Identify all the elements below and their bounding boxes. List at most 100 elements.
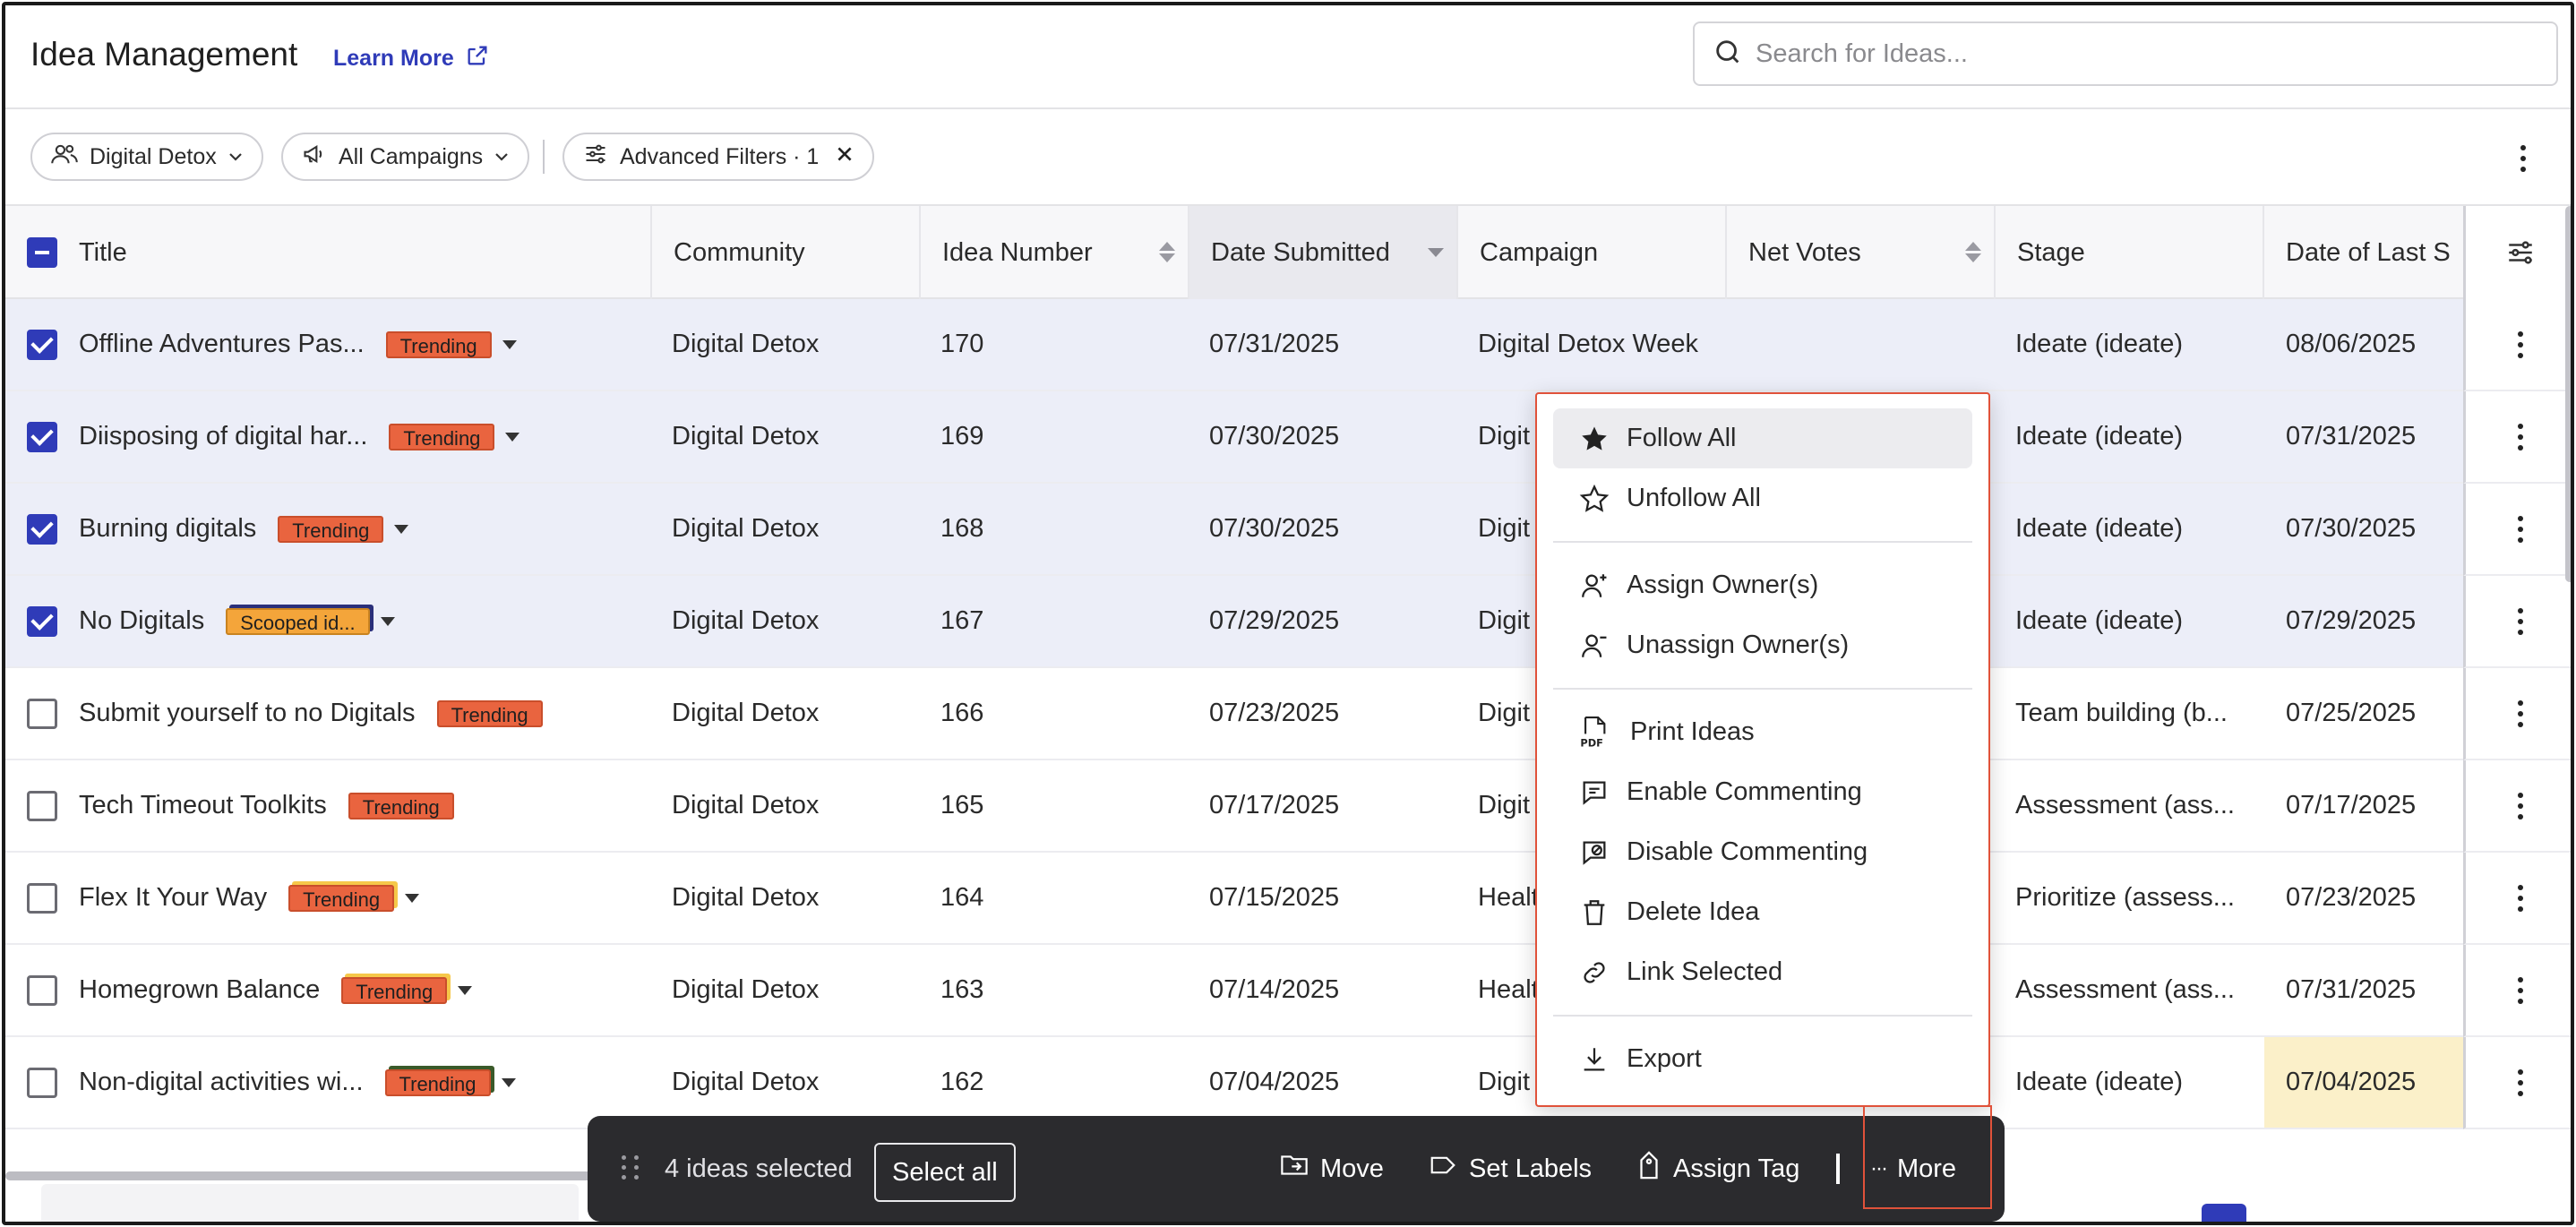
column-header-stage[interactable]: Stage [1996, 206, 2264, 299]
follow-all-menu-item[interactable]: Follow All [1553, 408, 1972, 468]
star-filled-icon [1578, 423, 1610, 455]
link-selected-menu-item[interactable]: Link Selected [1553, 942, 1972, 1002]
column-header-date-last[interactable]: Date of Last S [2264, 206, 2463, 299]
column-settings-icon[interactable] [2463, 206, 2571, 299]
horizontal-scrollbar[interactable] [5, 1171, 597, 1180]
community-cell: Digital Detox [672, 330, 820, 358]
badge-dropdown-icon[interactable] [505, 432, 520, 442]
row-checkbox[interactable] [27, 421, 57, 452]
idea-title[interactable]: Tech Timeout Toolkits [79, 791, 327, 820]
table-row[interactable]: Submit yourself to no Digitals Trending … [5, 668, 2463, 760]
more-button[interactable]: ··· More [1870, 1116, 1956, 1222]
column-header-idea-number[interactable]: Idea Number [921, 206, 1189, 299]
sort-icon[interactable] [1965, 242, 1981, 262]
badge-dropdown-icon[interactable] [458, 985, 473, 995]
print-ideas-menu-item[interactable]: PDF Print Ideas [1553, 702, 1972, 762]
community-filter-chip[interactable]: Digital Detox [30, 133, 263, 181]
table-row[interactable]: Flex It Your Way Trending Digital Detox … [5, 853, 2463, 945]
set-labels-button[interactable]: Set Labels [1428, 1116, 1592, 1222]
enable-commenting-menu-item[interactable]: Enable Commenting [1553, 762, 1972, 822]
row-checkbox[interactable] [27, 698, 57, 729]
idea-title[interactable]: Non-digital activities wi... [79, 1068, 364, 1097]
page-options-kebab-icon[interactable] [2510, 136, 2537, 181]
table-row[interactable]: Homegrown Balance Trending Digital Detox… [5, 945, 2463, 1037]
column-header-net-votes[interactable]: Net Votes [1727, 206, 1996, 299]
column-campaign-label: Campaign [1480, 237, 1599, 267]
badge-dropdown-icon[interactable] [394, 524, 409, 534]
row-options-kebab-icon[interactable] [2463, 391, 2571, 484]
row-options-kebab-icon[interactable] [2463, 853, 2571, 945]
column-header-title[interactable]: Title [5, 206, 652, 299]
row-checkbox[interactable] [27, 974, 57, 1006]
sort-desc-icon[interactable] [1428, 248, 1444, 257]
unassign-owners-menu-item[interactable]: Unassign Owner(s) [1553, 615, 1972, 675]
vertical-scrollbar[interactable] [2565, 206, 2571, 582]
unfollow-all-label: Unfollow All [1627, 484, 1761, 512]
advanced-filters-label: Advanced Filters · 1 [620, 143, 820, 169]
row-options-kebab-icon[interactable] [2463, 760, 2571, 853]
idea-title[interactable]: Burning digitals [79, 514, 256, 544]
table-row[interactable]: Tech Timeout Toolkits Trending Digital D… [5, 760, 2463, 853]
badge-dropdown-icon[interactable] [501, 1077, 516, 1087]
column-header-community[interactable]: Community [652, 206, 921, 299]
table-row[interactable]: No Digitals Scooped id... Digital Detox … [5, 576, 2463, 668]
assign-owners-menu-item[interactable]: Assign Owner(s) [1553, 555, 1972, 615]
ideas-table: Title Community Idea Number Date Submitt… [5, 206, 2571, 1222]
column-title-label: Title [79, 237, 127, 267]
row-options-kebab-icon[interactable] [2463, 945, 2571, 1037]
advanced-filters-chip[interactable]: Advanced Filters · 1 [562, 133, 875, 181]
column-header-date-submitted[interactable]: Date Submitted [1189, 206, 1458, 299]
search-input[interactable] [1756, 39, 2526, 69]
drag-handle-icon[interactable] [622, 1155, 640, 1180]
idea-title[interactable]: Offline Adventures Pas... [79, 330, 365, 359]
row-options-kebab-icon[interactable] [2463, 1037, 2571, 1129]
campaigns-filter-chip[interactable]: All Campaigns [281, 133, 530, 181]
delete-idea-menu-item[interactable]: Delete Idea [1553, 882, 1972, 942]
row-options-kebab-icon[interactable] [2463, 299, 2571, 391]
unfollow-all-menu-item[interactable]: Unfollow All [1553, 468, 1972, 528]
idea-title[interactable]: Diisposing of digital har... [79, 422, 367, 451]
row-checkbox[interactable] [27, 1067, 57, 1098]
table-row[interactable]: Burning digitals Trending Digital Detox … [5, 484, 2463, 576]
badge-dropdown-icon[interactable] [380, 616, 395, 626]
scooped-badge: Scooped id... [226, 607, 370, 635]
idea-title[interactable]: No Digitals [79, 606, 204, 636]
learn-more-link[interactable]: Learn More [333, 43, 490, 74]
select-all-checkbox[interactable] [27, 237, 57, 268]
community-cell: Digital Detox [672, 606, 820, 635]
print-ideas-label: Print Ideas [1630, 717, 1755, 746]
campaigns-filter-label: All Campaigns [339, 143, 484, 169]
export-menu-item[interactable]: Export [1553, 1029, 1972, 1089]
badge-dropdown-icon[interactable] [502, 339, 517, 349]
stage-cell: Assessment (ass... [2015, 791, 2235, 819]
sort-icon[interactable] [1159, 242, 1175, 262]
disable-commenting-menu-item[interactable]: Disable Commenting [1553, 822, 1972, 882]
idea-title[interactable]: Submit yourself to no Digitals [79, 699, 416, 728]
row-checkbox[interactable] [27, 605, 57, 637]
campaign-cell: Healt [1478, 975, 1539, 1004]
community-filter-label: Digital Detox [90, 143, 217, 169]
search-box[interactable] [1693, 21, 2558, 86]
idea-number-cell: 164 [940, 883, 984, 912]
row-checkbox[interactable] [27, 513, 57, 545]
idea-title[interactable]: Flex It Your Way [79, 883, 267, 913]
table-row[interactable]: Diisposing of digital har... Trending Di… [5, 391, 2463, 484]
idea-number-cell: 167 [940, 606, 984, 635]
star-outline-icon [1578, 483, 1610, 515]
badge-dropdown-icon[interactable] [405, 893, 420, 903]
table-header: Title Community Idea Number Date Submitt… [5, 206, 2571, 299]
row-options-kebab-icon[interactable] [2463, 484, 2571, 576]
move-button[interactable]: Move [1279, 1116, 1384, 1222]
row-checkbox[interactable] [27, 329, 57, 360]
row-options-kebab-icon[interactable] [2463, 576, 2571, 668]
close-icon[interactable] [835, 144, 854, 170]
row-options-kebab-icon[interactable] [2463, 668, 2571, 760]
row-checkbox[interactable] [27, 882, 57, 914]
column-header-campaign[interactable]: Campaign [1458, 206, 1727, 299]
assign-tag-button[interactable]: Assign Tag [1636, 1116, 1799, 1222]
row-checkbox[interactable] [27, 790, 57, 821]
table-row[interactable]: Offline Adventures Pas... Trending Digit… [5, 299, 2463, 391]
select-all-button[interactable]: Select all [874, 1143, 1016, 1202]
current-page-button[interactable] [2202, 1204, 2246, 1222]
idea-title[interactable]: Homegrown Balance [79, 975, 320, 1005]
